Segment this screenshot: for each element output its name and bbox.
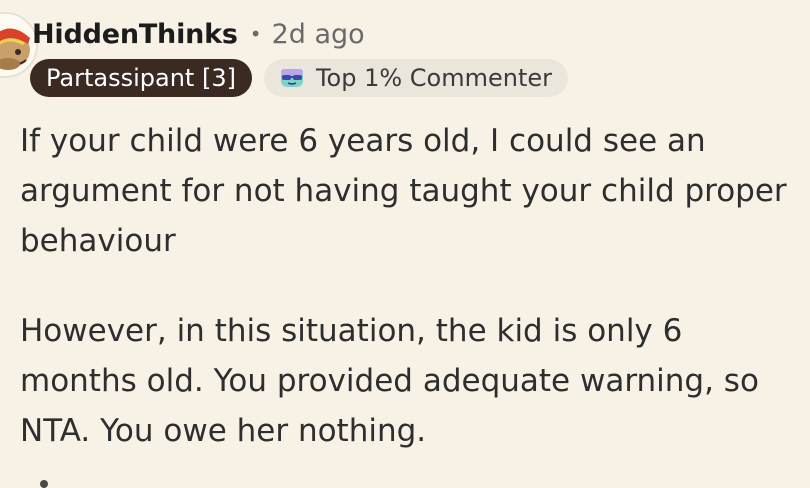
flair-row: Partassipant [3] Top 1% Commenter <box>30 59 569 97</box>
timestamp[interactable]: 2d ago <box>272 19 365 50</box>
comment-paragraph: If your child were 6 years old, I could … <box>20 123 787 259</box>
comment-paragraph: However, in this situation, the kid is o… <box>20 313 759 449</box>
badge-label: Top 1% Commenter <box>315 64 553 92</box>
sunglasses-face-icon <box>280 69 303 87</box>
comment: HiddenThinks • 2d ago Partassipant [3] T… <box>0 0 810 488</box>
comment-header: HiddenThinks • 2d ago <box>32 16 365 52</box>
comment-body: If your child were 6 years old, I could … <box>20 116 805 456</box>
user-flair: Partassipant [3] <box>30 59 252 97</box>
username-link[interactable]: HiddenThinks <box>32 19 238 50</box>
separator-dot: • <box>249 22 262 46</box>
top-commenter-badge[interactable]: Top 1% Commenter <box>263 59 569 97</box>
